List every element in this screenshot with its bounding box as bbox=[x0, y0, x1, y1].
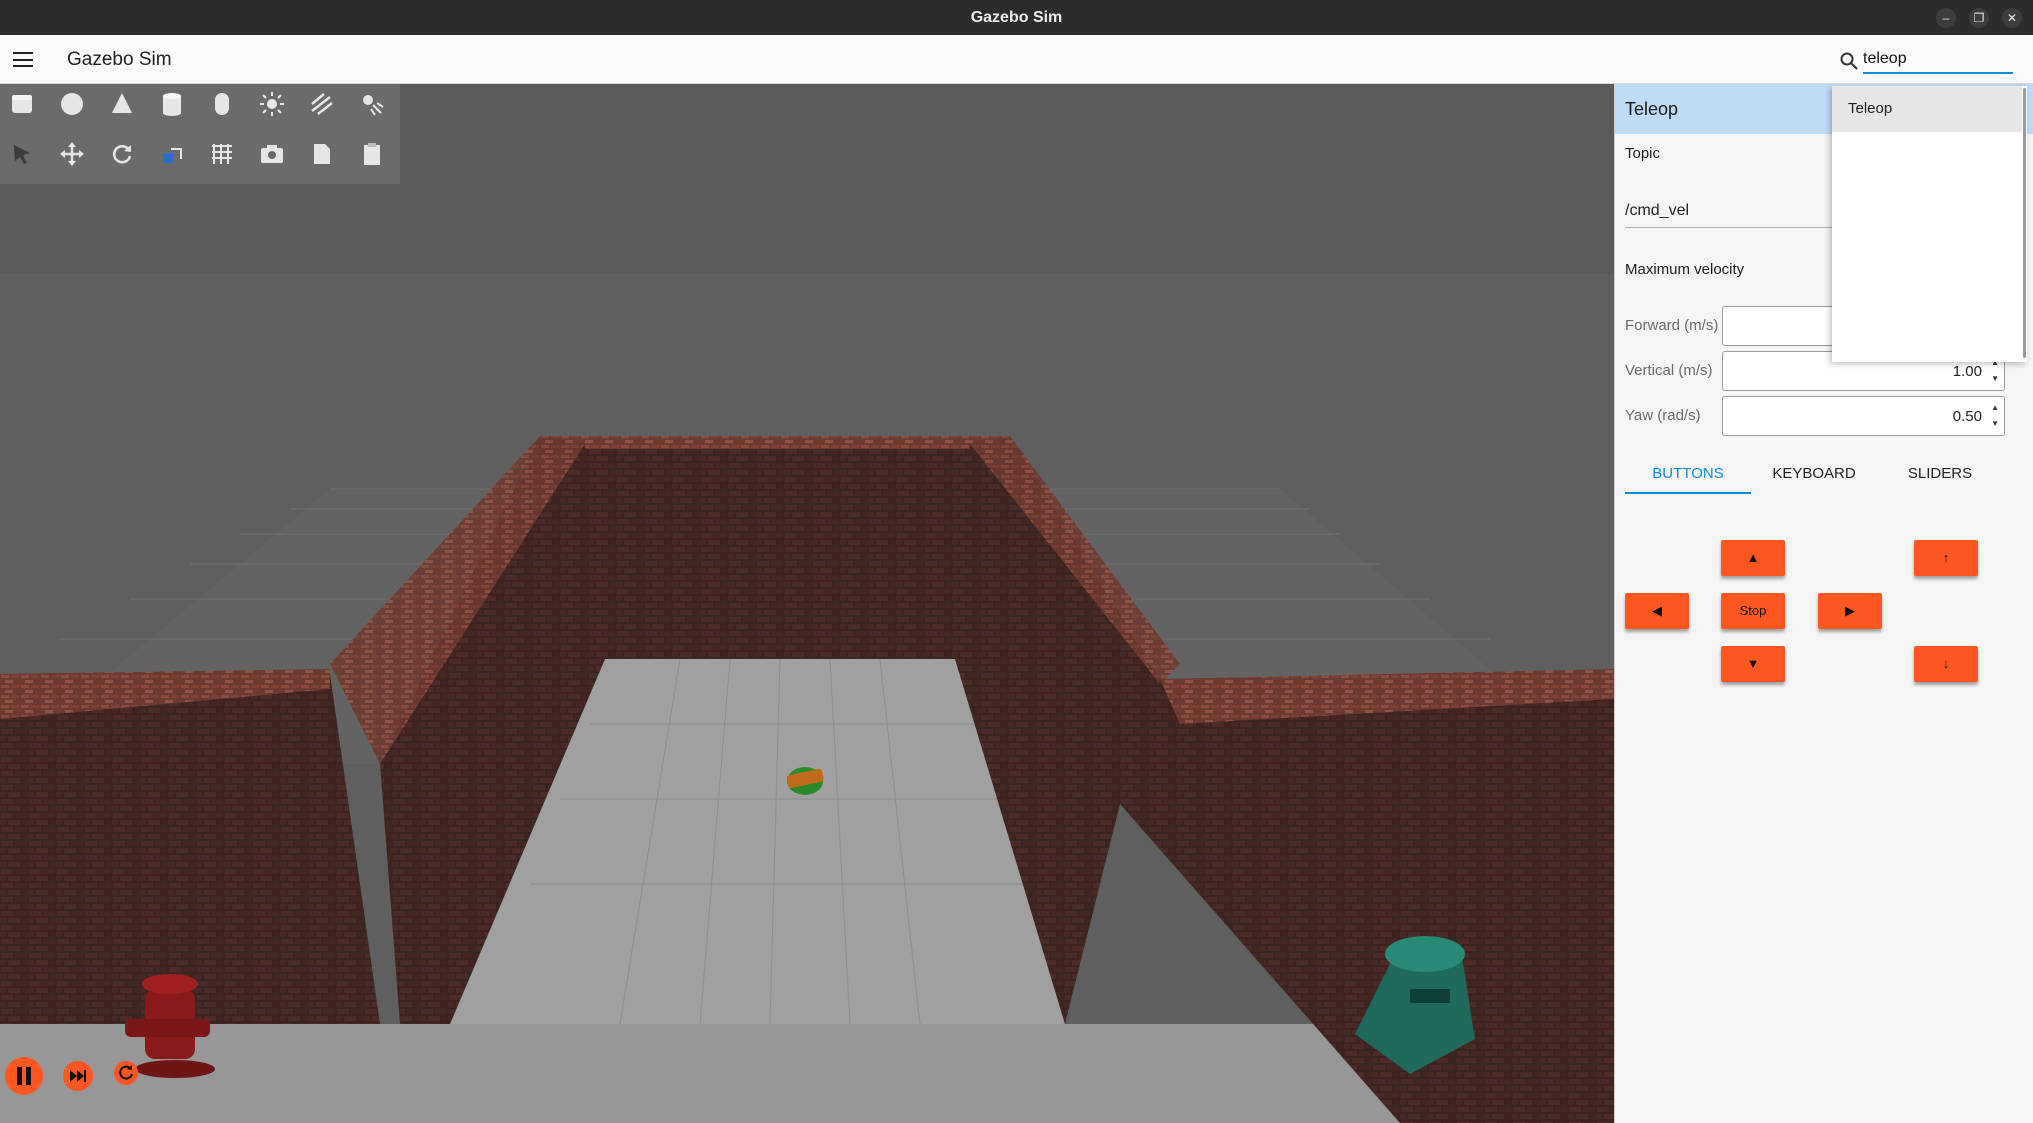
spot-light-icon[interactable] bbox=[356, 88, 388, 120]
directional-light-icon[interactable] bbox=[306, 88, 338, 120]
yaw-velocity-field[interactable]: 0.50 ▲ ▼ bbox=[1722, 396, 2005, 436]
increment-icon[interactable]: ▲ bbox=[1991, 403, 1999, 412]
topic-label: Topic bbox=[1625, 145, 1661, 162]
vertical-label: Vertical (m/s) bbox=[1625, 362, 1713, 379]
backward-button[interactable]: ▼ bbox=[1721, 646, 1785, 682]
teleop-panel-title: Teleop bbox=[1625, 99, 1679, 119]
restore-button[interactable]: ❐ bbox=[1969, 8, 1989, 28]
search-input[interactable] bbox=[1863, 46, 2013, 74]
cylinder-icon[interactable] bbox=[156, 88, 188, 120]
app-title: Gazebo Sim bbox=[67, 49, 172, 70]
select-icon[interactable] bbox=[6, 138, 38, 170]
decrement-icon[interactable]: ▼ bbox=[1991, 374, 1999, 383]
up-button[interactable]: ↑ bbox=[1914, 540, 1978, 576]
transform-control-icon[interactable] bbox=[156, 138, 188, 170]
dropdown-scrollbar[interactable] bbox=[2023, 88, 2026, 358]
box-icon[interactable] bbox=[6, 88, 38, 120]
scene-render bbox=[0, 84, 1614, 1123]
yaw-velocity-value: 0.50 bbox=[1952, 408, 1982, 425]
scene-toolbar bbox=[0, 84, 400, 184]
forward-button[interactable]: ▲ bbox=[1721, 540, 1785, 576]
scene-viewport[interactable] bbox=[0, 84, 1614, 1123]
app-header: Gazebo Sim bbox=[0, 35, 2033, 84]
yaw-label: Yaw (rad/s) bbox=[1625, 407, 1701, 424]
left-button[interactable]: ◀ bbox=[1625, 593, 1689, 629]
window-title: Gazebo Sim bbox=[970, 9, 1063, 26]
tab-sliders[interactable]: SLIDERS bbox=[1877, 454, 2003, 494]
search-result-item[interactable]: Teleop bbox=[1832, 86, 2022, 132]
tab-buttons[interactable]: BUTTONS bbox=[1625, 454, 1751, 494]
grid-snap-icon[interactable] bbox=[206, 138, 238, 170]
stop-button[interactable]: Stop bbox=[1721, 593, 1785, 629]
window-titlebar: Gazebo Sim – ❐ ✕ bbox=[0, 0, 2033, 35]
close-button[interactable]: ✕ bbox=[2002, 8, 2022, 28]
step-icon[interactable] bbox=[63, 1061, 93, 1091]
menu-icon[interactable] bbox=[13, 52, 33, 67]
copy-icon[interactable] bbox=[306, 138, 338, 170]
reset-icon[interactable] bbox=[114, 1061, 138, 1085]
rotate-icon[interactable] bbox=[106, 138, 138, 170]
down-button[interactable]: ↓ bbox=[1914, 646, 1978, 682]
right-button[interactable]: ▶ bbox=[1818, 593, 1882, 629]
plugin-search bbox=[1833, 42, 2018, 78]
teleop-tabs: BUTTONS KEYBOARD SLIDERS bbox=[1625, 454, 2015, 494]
forward-label: Forward (m/s) bbox=[1625, 317, 1719, 334]
pause-icon[interactable] bbox=[5, 1057, 43, 1095]
translate-icon[interactable] bbox=[56, 138, 88, 170]
max-velocity-label: Maximum velocity bbox=[1625, 261, 1745, 278]
sphere-icon[interactable] bbox=[56, 88, 88, 120]
tab-keyboard[interactable]: KEYBOARD bbox=[1751, 454, 1877, 494]
screenshot-icon[interactable] bbox=[256, 138, 288, 170]
decrement-icon[interactable]: ▼ bbox=[1991, 419, 1999, 428]
sun-light-icon[interactable] bbox=[256, 88, 288, 120]
minimize-button[interactable]: – bbox=[1936, 8, 1956, 28]
cone-icon[interactable] bbox=[106, 88, 138, 120]
paste-icon[interactable] bbox=[356, 138, 388, 170]
search-results-dropdown: Teleop bbox=[1832, 86, 2027, 362]
capsule-icon[interactable] bbox=[206, 88, 238, 120]
search-icon bbox=[1839, 51, 1859, 71]
